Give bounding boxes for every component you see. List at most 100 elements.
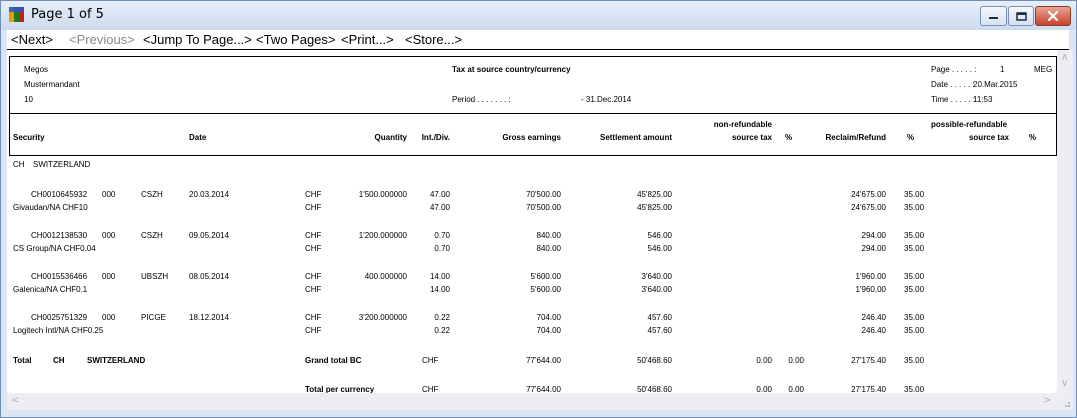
total-per-currency-label: Total per currency [305,385,375,393]
grand-total-gross: 77'644.00 [526,356,561,365]
row-date: 09.05.2014 [189,231,230,240]
col-security: Security [13,133,45,142]
resize-grip[interactable] [1057,393,1073,410]
row-gross-subtotal: 5'600.00 [530,285,561,294]
row-sub: 000 [102,231,116,240]
row-quantity: 3'200.000000 [358,313,407,322]
total-per-currency-reclaim: 27'175.40 [851,385,886,393]
header-divider [10,113,1057,114]
row-date: 08.05.2014 [189,272,230,281]
row-pct: 35.00 [904,313,925,322]
grand-total-nonrefundable: 0.00 [756,356,772,365]
row-settlement-subtotal: 45'825.00 [637,203,672,212]
row-settlement-subtotal: 546.00 [647,244,672,253]
col-quantity: Quantity [374,133,407,142]
print-button[interactable]: <Print...> [341,32,394,47]
row-settlement: 45'825.00 [637,190,672,199]
maximize-icon [1015,11,1027,21]
row-settlement: 457.60 [647,313,672,322]
minimize-icon [989,17,998,19]
row-int-div-subtotal: 0.22 [434,326,450,335]
col-nonrefundable-2: source tax [731,133,772,142]
row-isin: CH0015536466 [31,272,88,281]
row-quantity: 1'200.000000 [358,231,407,240]
row-name-subtotal: Galenica/NA CHF0.1 [13,285,88,294]
date-value: 20.Mar.2015 [973,80,1018,89]
row-gross-subtotal: 704.00 [536,326,561,335]
row-name-subtotal: Givaudan/NA CHF10 [13,203,88,212]
date-label: Date . . . . . : [931,80,975,89]
previous-button[interactable]: <Previous> [69,32,135,47]
maximize-button[interactable] [1008,6,1034,26]
title-bar[interactable]: Page 1 of 5 [1,1,1076,30]
total-per-currency-nonrefundable: 0.00 [756,385,772,393]
time-label: Time . . . . . : [931,95,976,104]
row-isin: CH0010645932 [31,190,88,199]
report-title: Tax at source country/currency [452,65,571,74]
row-reclaim: 24'675.00 [851,190,886,199]
row-name-subtotal: CS Group/NA CHF0.04 [13,244,96,253]
total-country-name: SWITZERLAND [87,356,146,365]
client-name: Mustermandant [24,80,80,89]
row-int-div: 0.22 [434,313,450,322]
row-gross: 5'600.00 [530,272,561,281]
period-label: Period . . . . . . . : [452,95,511,104]
vertical-scrollbar[interactable]: ∧ ∨ [1057,50,1073,393]
horizontal-scrollbar[interactable]: < > [7,393,1057,410]
window-title: Page 1 of 5 [31,7,104,22]
grand-total-settlement: 50'468.60 [637,356,672,365]
total-per-currency-reclaim-percent: 35.00 [904,385,925,393]
col-reclaim-refund: Reclaim/Refund [825,133,886,142]
row-gross-subtotal: 840.00 [536,244,561,253]
row-gross: 840.00 [536,231,561,240]
two-pages-button[interactable]: <Two Pages> [256,32,336,47]
app-icon [9,7,24,22]
col-gross-earnings: Gross earnings [502,133,561,142]
row-reclaim: 246.40 [861,313,886,322]
row-sub: 000 [102,272,116,281]
close-button[interactable] [1035,6,1071,26]
row-int-div: 47.00 [429,190,450,199]
total-country-code: CH [53,356,65,365]
total-per-currency-nonref-percent: 0.00 [788,385,804,393]
grand-total-reclaim-percent: 35.00 [904,356,925,365]
total-label: Total [13,356,32,365]
col-percent-2: % [907,133,915,142]
period-value: - 31.Dec.2014 [581,95,632,104]
page-code: MEG [1034,65,1053,74]
row-pct: 35.00 [904,190,925,199]
next-button[interactable]: <Next> [11,32,53,47]
scroll-up-icon[interactable]: ∧ [1061,52,1068,63]
total-per-currency-gross: 77'644.00 [526,385,561,393]
col-date: Date [189,133,207,142]
country-code: CH [13,160,25,169]
row-gross: 704.00 [536,313,561,322]
col-possible-refundable-1: possible-refundable [931,120,1008,129]
row-currency: CHF [305,272,322,281]
resize-grip-icon [1065,402,1070,407]
page-label: Page . . . . . : [931,65,977,74]
minimize-button[interactable] [980,6,1007,26]
grand-total-nonref-percent: 0.00 [788,356,804,365]
row-date: 20.03.2014 [189,190,230,199]
col-int-div: Int./Div. [421,133,450,142]
col-possible-refundable-2: source tax [968,133,1009,142]
col-percent-3: % [1029,133,1037,142]
row-reclaim: 1'960.00 [855,272,886,281]
scroll-left-icon[interactable]: < [11,395,19,406]
row-reclaim-subtotal: 294.00 [861,244,886,253]
time-value: 11:53 [973,95,993,104]
report-page: Megos Mustermandant 10 Tax at source cou… [7,50,1057,393]
row-quantity: 400.000000 [364,272,407,281]
row-int-div: 14.00 [429,272,450,281]
row-bank: CSZH [141,231,163,240]
scroll-right-icon[interactable]: > [1043,395,1051,406]
scroll-down-icon[interactable]: ∨ [1061,378,1068,389]
col-nonrefundable-1: non-refundable [713,120,772,129]
col-settlement-amount: Settlement amount [599,133,672,142]
jump-to-page-button[interactable]: <Jump To Page...> [143,32,252,47]
row-sub: 000 [102,190,116,199]
store-button[interactable]: <Store...> [405,32,462,47]
row-pct-subtotal: 35.00 [904,244,925,253]
row-currency: CHF [305,231,322,240]
